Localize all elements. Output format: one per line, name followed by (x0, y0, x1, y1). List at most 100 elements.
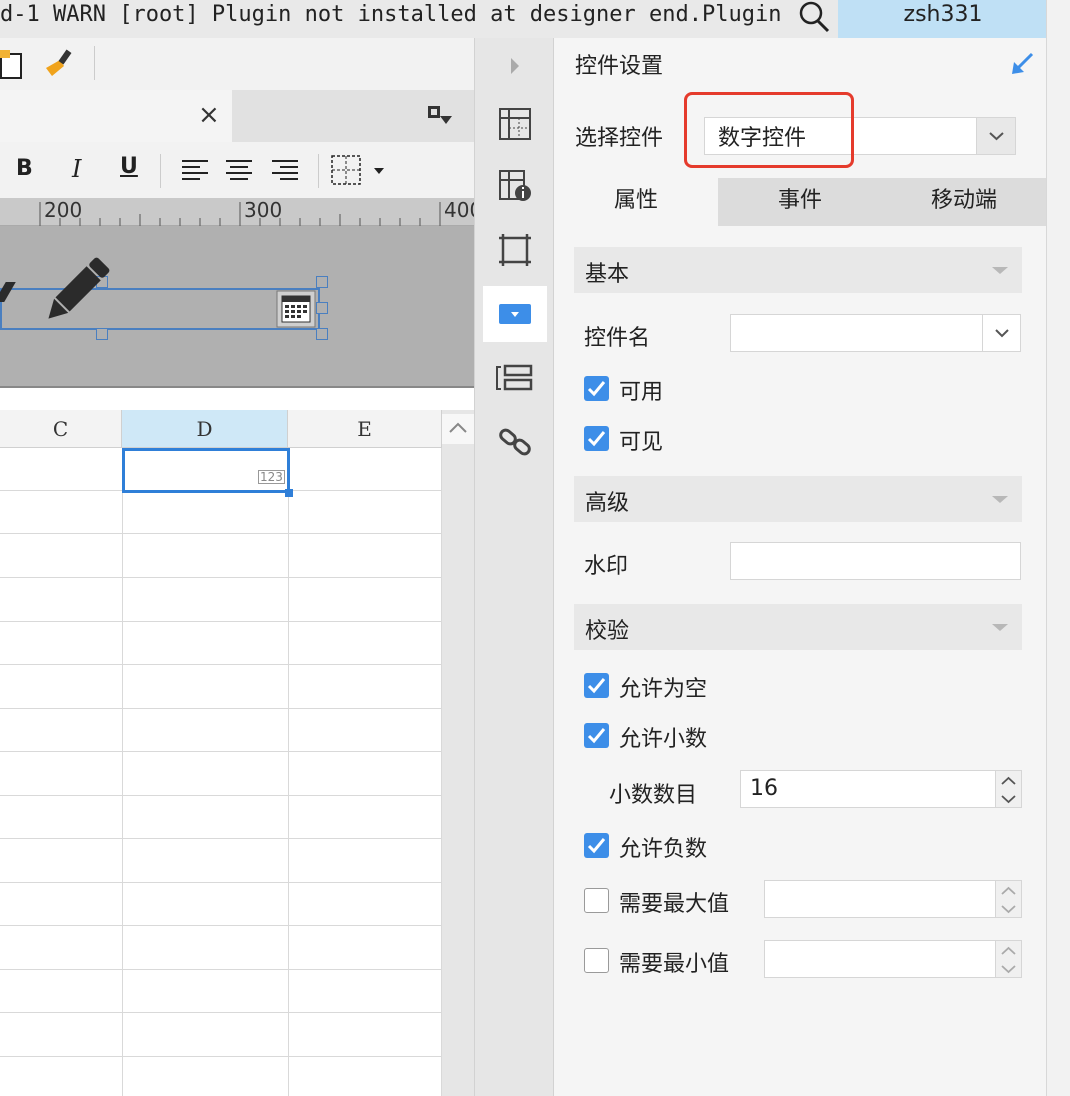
window-edge (1046, 0, 1070, 1096)
column-header-e[interactable]: E (288, 410, 442, 448)
visible-checkbox[interactable] (584, 426, 609, 451)
grid-line (122, 448, 123, 1096)
hyperlink-icon[interactable] (483, 414, 547, 470)
search-icon[interactable] (796, 0, 832, 34)
highlight-annotation (684, 92, 854, 168)
grid-line (0, 882, 442, 883)
allow-decimal-checkbox[interactable] (584, 723, 609, 748)
close-tab-icon[interactable]: × (198, 100, 220, 130)
enabled-label: 可用 (619, 380, 664, 405)
section-advanced[interactable]: 高级 (574, 476, 1022, 522)
grid-line (0, 533, 442, 534)
grid-line (0, 795, 442, 796)
number-widget-badge: 123 (258, 470, 285, 484)
format-toolbar: B I U (0, 142, 474, 198)
calendar-icon[interactable] (276, 290, 316, 328)
require-min-checkbox[interactable] (584, 948, 609, 973)
tab-mobile[interactable]: 移动端 (882, 178, 1046, 226)
allow-negative-label: 允许负数 (619, 837, 708, 862)
grid-line (288, 448, 289, 1096)
grid-line (0, 708, 442, 709)
underline-button[interactable]: U (120, 154, 138, 179)
require-max-checkbox[interactable] (584, 888, 609, 913)
resize-handle[interactable] (316, 328, 328, 340)
collapse-icon[interactable] (992, 496, 1008, 503)
spreadsheet: C D E 123 (0, 410, 474, 1096)
align-center-icon[interactable] (224, 158, 254, 182)
format-painter-icon[interactable] (42, 48, 78, 80)
enabled-checkbox[interactable] (584, 376, 609, 401)
grid-line (0, 577, 442, 578)
allow-negative-checkbox[interactable] (584, 833, 609, 858)
fill-handle[interactable] (285, 489, 293, 497)
decimal-places-label: 小数数目 (609, 783, 698, 808)
toolbar-divider (318, 154, 319, 188)
visible-label: 可见 (619, 430, 664, 455)
scroll-up-icon[interactable] (442, 414, 474, 444)
section-title: 高级 (585, 491, 630, 516)
grid-line (0, 969, 442, 970)
ruler: 200 300 400 (0, 198, 482, 226)
freeze-cells-icon[interactable] (483, 96, 547, 152)
grid-line (0, 925, 442, 926)
condition-format-icon[interactable] (483, 350, 547, 406)
section-basic[interactable]: 基本 (574, 247, 1022, 293)
max-value-stepper[interactable] (996, 880, 1022, 918)
tab-menu-icon[interactable] (426, 104, 454, 128)
cell-attribute-icon[interactable] (483, 158, 547, 214)
vertical-scrollbar[interactable] (442, 410, 474, 1096)
tab-properties[interactable]: 属性 (554, 178, 718, 226)
collapse-arrow-icon[interactable] (483, 38, 547, 94)
section-title: 校验 (585, 619, 630, 644)
column-header-d[interactable]: D (122, 410, 288, 448)
watermark-input[interactable] (730, 542, 1021, 580)
grid-line (0, 838, 442, 839)
align-right-icon[interactable] (270, 158, 300, 182)
paste-icon[interactable] (0, 50, 26, 80)
collapse-icon[interactable] (992, 624, 1008, 631)
crop-icon[interactable] (483, 222, 547, 278)
resize-handle[interactable] (316, 302, 328, 314)
allow-empty-checkbox[interactable] (584, 673, 609, 698)
chevron-down-icon[interactable] (976, 118, 1015, 154)
min-value-stepper[interactable] (996, 940, 1022, 978)
align-left-icon[interactable] (180, 158, 210, 182)
grid-line (0, 751, 442, 752)
tab-events[interactable]: 事件 (718, 178, 882, 226)
user-name[interactable]: zsh331 (838, 0, 1048, 38)
ruler-label: 300 (244, 198, 283, 222)
widget-settings-icon[interactable] (483, 286, 547, 342)
edit-pencil-icon[interactable] (40, 256, 112, 326)
log-message: d-1 WARN [root] Plugin not installed at … (0, 2, 795, 27)
select-widget-label: 选择控件 (575, 126, 664, 151)
dock-arrow-icon[interactable] (1010, 50, 1036, 76)
resize-handle[interactable] (96, 328, 108, 340)
resize-handle[interactable] (316, 276, 328, 288)
section-validation[interactable]: 校验 (574, 604, 1022, 650)
italic-button[interactable]: I (72, 155, 81, 183)
control-name-input[interactable] (730, 314, 1021, 352)
require-min-label: 需要最小值 (619, 952, 730, 977)
design-canvas (0, 226, 474, 388)
collapse-icon[interactable] (992, 267, 1008, 274)
decimal-places-stepper[interactable] (996, 770, 1022, 808)
bold-button[interactable]: B (16, 156, 33, 181)
chevron-down-icon[interactable] (982, 315, 1020, 351)
panel-title: 控件设置 (575, 54, 664, 79)
require-max-label: 需要最大值 (619, 892, 730, 917)
control-name-label: 控件名 (584, 326, 651, 351)
grid-line (0, 621, 442, 622)
column-header-c[interactable]: C (0, 410, 122, 448)
document-tab[interactable]: × (0, 90, 232, 142)
border-icon[interactable] (330, 154, 390, 186)
allow-empty-label: 允许为空 (619, 677, 708, 702)
decimal-places-input[interactable]: 16 (740, 770, 996, 808)
allow-decimal-label: 允许小数 (619, 727, 708, 752)
min-value-input[interactable] (764, 940, 996, 978)
toolbar-divider (160, 154, 161, 188)
widget-sidebar (474, 38, 554, 1096)
grid-line (0, 1056, 442, 1057)
watermark-label: 水印 (584, 554, 629, 579)
section-title: 基本 (585, 262, 630, 287)
max-value-input[interactable] (764, 880, 996, 918)
